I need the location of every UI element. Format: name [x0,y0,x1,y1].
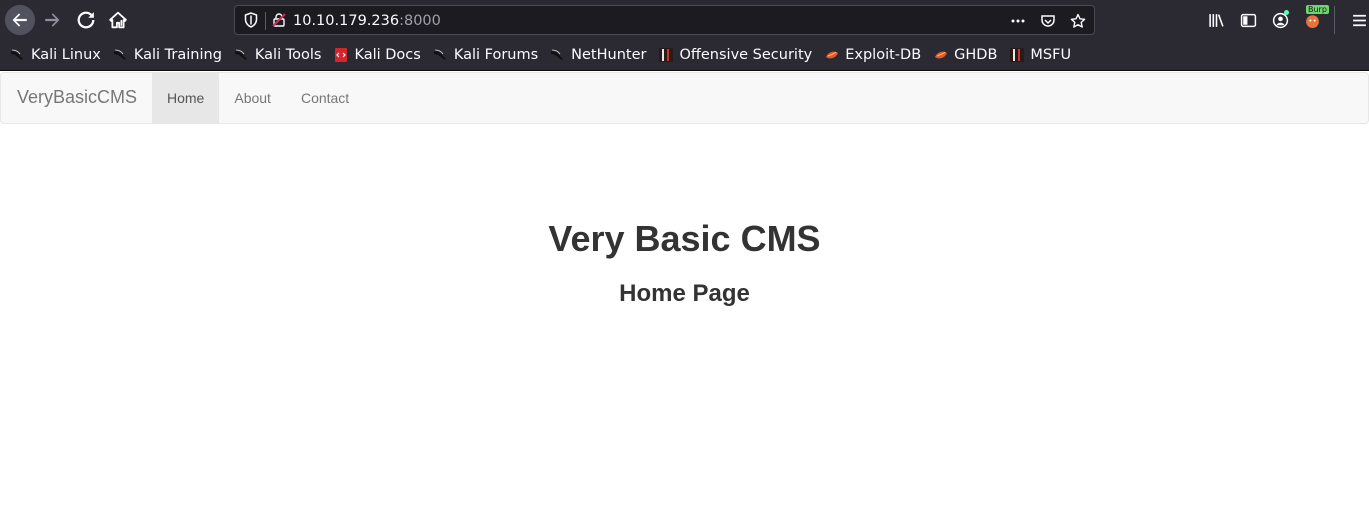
bookmark-label: Kali Docs [354,47,421,63]
bookmarks-toolbar: Kali Linux Kali Training Kali Tools Kali Do… [0,40,1369,71]
tracking-shield-icon[interactable] [243,12,259,28]
site-navbar: VeryBasicCMS Home About Contact [0,72,1369,124]
kali-dragon-icon [10,47,26,63]
offsec-icon [658,47,674,63]
nav-link-contact[interactable]: Contact [286,73,364,123]
bookmark-msfu[interactable]: MSFU [1009,47,1071,63]
kali-dragon-icon [113,47,129,63]
bookmark-label: Exploit-DB [845,47,922,63]
bookmark-kali-docs[interactable]: Kali Docs [333,47,421,63]
bookmark-label: GHDB [954,47,998,63]
bookmark-label: Kali Linux [31,47,101,63]
burp-extension-button[interactable]: Burp [1296,5,1329,32]
burp-icon [1305,14,1319,28]
bookmark-star-icon[interactable] [1068,11,1088,31]
bookmark-kali-linux[interactable]: Kali Linux [10,47,101,63]
bookmark-label: NetHunter [571,47,647,63]
nav-link-home[interactable]: Home [152,73,220,123]
bookmark-kali-training[interactable]: Kali Training [113,47,222,63]
exploitdb-icon [933,47,949,63]
url-port: :8000 [399,13,441,29]
arrow-right-icon [45,13,60,27]
kali-dragon-icon [433,47,449,63]
kali-dragon-icon [550,47,566,63]
toolbar-divider [1334,6,1335,34]
bookmark-exploit-db[interactable]: Exploit-DB [824,47,921,63]
burp-badge: Burp [1306,5,1329,14]
hamburger-menu-icon [1352,14,1366,26]
bookmark-ghdb[interactable]: GHDB [933,47,997,63]
bookmark-label: Kali Forums [453,47,539,63]
nav-link-about[interactable]: About [219,73,286,123]
browser-toolbar: 10.10.179.236:8000 Burp [0,0,1369,40]
pocket-icon[interactable] [1038,11,1058,31]
insecure-lock-icon[interactable] [271,12,287,28]
address-bar[interactable]: 10.10.179.236:8000 [234,5,1095,35]
sync-dot [1284,10,1289,15]
offsec-icon [1009,47,1025,63]
back-button[interactable] [5,5,35,35]
menu-button[interactable] [1343,8,1369,32]
bookmark-label: Kali Training [133,47,222,63]
bookmark-label: MSFU [1030,47,1072,63]
arrow-left-icon [12,13,27,27]
bookmark-label: Kali Tools [254,47,322,63]
reload-icon [77,11,95,29]
bookmark-kali-tools[interactable]: Kali Tools [234,47,322,63]
exploitdb-icon [824,47,840,63]
library-icon[interactable] [1200,8,1232,32]
docs-icon [333,47,349,63]
page-subheading: Home Page [619,280,750,307]
bookmark-nethunter[interactable]: NetHunter [550,47,646,63]
bookmark-kali-forums[interactable]: Kali Forums [433,47,538,63]
sidebar-icon[interactable] [1232,8,1264,32]
address-bar-divider [265,12,266,30]
reload-button[interactable] [71,5,101,35]
home-button[interactable] [103,5,133,35]
forward-button[interactable] [37,5,67,35]
nav-links: Home About Contact [152,73,364,123]
bookmark-label: Offensive Security [679,47,813,63]
url-host: 10.10.179.236 [293,13,400,29]
bookmark-offensive-security[interactable]: Offensive Security [658,47,812,63]
page-heading: Very Basic CMS [548,218,821,259]
account-icon[interactable] [1264,8,1296,32]
url-text[interactable]: 10.10.179.236:8000 [293,12,441,30]
site-brand[interactable]: VeryBasicCMS [17,87,137,108]
page-actions-icon[interactable] [1008,11,1028,31]
kali-dragon-icon [234,47,250,63]
home-icon [109,11,127,29]
